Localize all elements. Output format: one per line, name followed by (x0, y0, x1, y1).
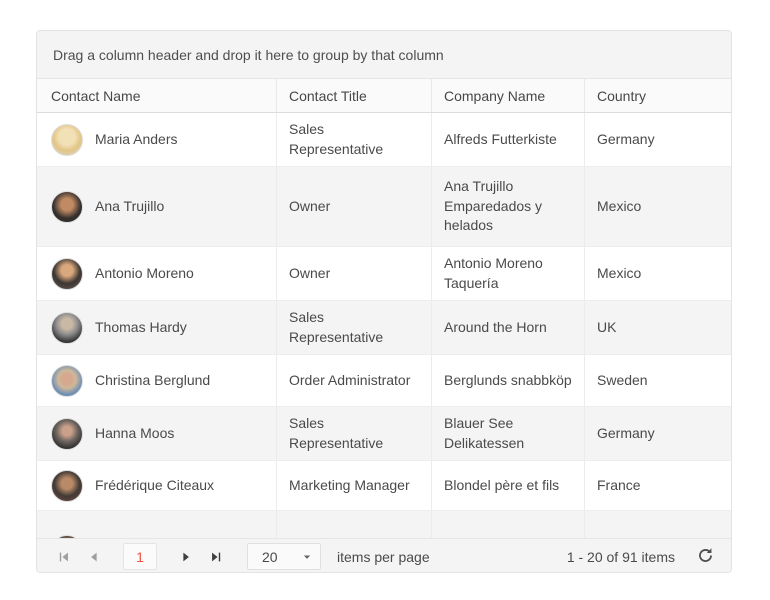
refresh-button[interactable] (691, 543, 719, 571)
contact-name: Antonio Moreno (95, 264, 194, 284)
contact-title: Owner (276, 247, 431, 300)
column-header-contact-title[interactable]: Contact Title (276, 79, 431, 112)
country: Mexico (584, 167, 731, 246)
country: France (584, 461, 731, 510)
page-size-value: 20 (262, 549, 278, 565)
first-page-button[interactable] (49, 543, 79, 571)
company-name: Berglunds snabbköp (431, 355, 584, 406)
grid-header: Contact Name Contact Title Company Name … (37, 79, 731, 113)
seek-last-icon (209, 550, 223, 564)
company-name: Around the Horn (431, 301, 584, 354)
table-row[interactable]: Christina Berglund Order Administrator B… (37, 355, 731, 407)
avatar (51, 312, 83, 344)
company-name: Bólido Comidas (431, 511, 584, 538)
current-page-label: 1 (136, 549, 144, 565)
contact-title: Sales Representative (276, 301, 431, 354)
avatar (51, 418, 83, 450)
grid-body: Maria Anders Sales Representative Alfred… (37, 113, 731, 538)
country: Sweden (584, 355, 731, 406)
company-name: Alfreds Futterkiste (431, 113, 584, 166)
table-row[interactable]: Maria Anders Sales Representative Alfred… (37, 113, 731, 167)
table-row[interactable]: Hanna Moos Sales Representative Blauer S… (37, 407, 731, 461)
last-page-button[interactable] (201, 543, 231, 571)
avatar (51, 470, 83, 502)
contact-title: Sales Representative (276, 113, 431, 166)
avatar (51, 365, 83, 397)
contact-name: Ana Trujillo (95, 197, 164, 217)
column-header-contact-name[interactable]: Contact Name (37, 79, 276, 112)
contact-name: Thomas Hardy (95, 318, 187, 338)
group-hint-text: Drag a column header and drop it here to… (53, 47, 444, 63)
group-drop-area[interactable]: Drag a column header and drop it here to… (37, 31, 731, 79)
table-row[interactable]: Ana Trujillo Owner Ana Trujillo Empareda… (37, 167, 731, 247)
column-header-label: Country (597, 88, 646, 104)
previous-page-button[interactable] (79, 543, 109, 571)
table-row[interactable]: Antonio Moreno Owner Antonio Moreno Taqu… (37, 247, 731, 301)
table-row[interactable]: Frédérique Citeaux Marketing Manager Blo… (37, 461, 731, 511)
country (584, 511, 731, 538)
country: Germany (584, 407, 731, 460)
company-name: Blondel père et fils (431, 461, 584, 510)
contact-title: Order Administrator (276, 355, 431, 406)
company-name: Blauer See Delikatessen (431, 407, 584, 460)
table-row[interactable]: Thomas Hardy Sales Representative Around… (37, 301, 731, 355)
page-number-button[interactable]: 1 (123, 543, 157, 570)
column-header-label: Contact Title (289, 88, 367, 104)
country: Mexico (584, 247, 731, 300)
next-page-button[interactable] (171, 543, 201, 571)
country: Germany (584, 113, 731, 166)
contact-name: Maria Anders (95, 130, 177, 150)
pager: 1 20 items per page 1 - 20 of 91 items (37, 538, 731, 573)
contact-name: Frédérique Citeaux (95, 476, 214, 496)
page-range-label: 1 - 20 of 91 items (567, 549, 675, 565)
contact-name: Hanna Moos (95, 424, 174, 444)
arrow-left-icon (87, 550, 101, 564)
contact-title (276, 511, 431, 538)
company-name: Ana Trujillo Emparedados y helados (431, 167, 584, 246)
avatar (51, 258, 83, 290)
contact-title: Sales Representative (276, 407, 431, 460)
page-size-select[interactable]: 20 (247, 543, 321, 570)
avatar (51, 124, 83, 156)
items-per-page-label: items per page (337, 549, 430, 565)
avatar (51, 191, 83, 223)
contact-title: Owner (276, 167, 431, 246)
contact-title: Marketing Manager (276, 461, 431, 510)
column-header-country[interactable]: Country (584, 79, 731, 112)
data-grid: Drag a column header and drop it here to… (36, 30, 732, 573)
contact-name: Christina Berglund (95, 371, 210, 391)
column-header-company-name[interactable]: Company Name (431, 79, 584, 112)
arrow-right-icon (179, 550, 193, 564)
table-row[interactable]: Bólido Comidas (37, 511, 731, 538)
column-header-label: Contact Name (51, 88, 140, 104)
country: UK (584, 301, 731, 354)
page: Drag a column header and drop it here to… (0, 0, 770, 600)
caret-down-icon (302, 552, 312, 562)
column-header-label: Company Name (444, 88, 545, 104)
seek-first-icon (57, 550, 71, 564)
company-name: Antonio Moreno Taquería (431, 247, 584, 300)
refresh-icon (697, 547, 714, 567)
